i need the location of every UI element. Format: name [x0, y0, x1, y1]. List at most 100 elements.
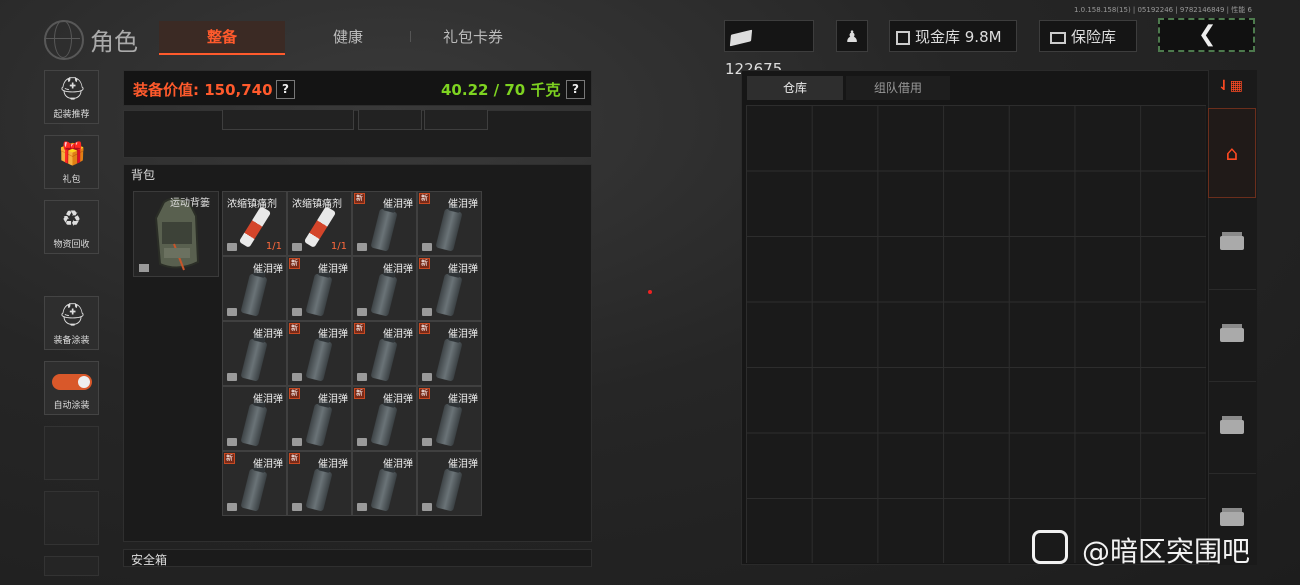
sidebar-equipment-skin[interactable]: ⛑ 装备涂装 [44, 296, 99, 350]
box-icon [422, 243, 432, 251]
crate-icon [1220, 232, 1244, 250]
item-name: 催泪弹 [383, 264, 413, 275]
backpack-item[interactable]: 催泪弹 新 [287, 451, 352, 516]
tear-gas-icon [240, 338, 268, 382]
safe-vault-button[interactable]: 保险库 [1039, 20, 1137, 52]
box-icon [292, 243, 302, 251]
tieba-logo-icon [1032, 530, 1068, 564]
cash-display[interactable]: 122675 [724, 20, 814, 78]
item-name: 催泪弹 [448, 264, 478, 275]
equipment-slot[interactable] [222, 110, 354, 130]
new-badge: 新 [354, 193, 365, 204]
agent-button[interactable]: ♟ [836, 20, 868, 52]
item-name: 催泪弹 [448, 394, 478, 405]
new-badge: 新 [419, 258, 430, 269]
backpack-item[interactable]: 催泪弹 [352, 451, 417, 516]
item-name: 催泪弹 [253, 459, 283, 470]
item-name: 催泪弹 [318, 459, 348, 470]
watermark-text: @暗区突围吧 [1082, 535, 1251, 568]
value-help-button[interactable]: ? [276, 80, 295, 99]
cursor-dot [648, 290, 652, 294]
backpack-item[interactable]: 催泪弹 新 [287, 321, 352, 386]
backpack-item[interactable]: 催泪弹 新 [352, 321, 417, 386]
backpack-item[interactable]: 催泪弹 [222, 256, 287, 321]
vault-label: 现金库 9.8M [915, 28, 1002, 46]
tab-warehouse[interactable]: 仓库 [747, 76, 843, 100]
tear-gas-icon [305, 468, 333, 512]
box-icon [227, 503, 237, 511]
backpack-item[interactable]: 催泪弹 [222, 386, 287, 451]
tear-gas-icon [305, 273, 333, 317]
backpack-item[interactable]: 浓缩镇痛剂 1/1 [287, 191, 352, 256]
sidebar-label: 装备涂装 [53, 336, 90, 346]
item-name: 催泪弹 [253, 329, 283, 340]
item-name: 浓缩镇痛剂 [292, 199, 342, 210]
box-icon [227, 308, 237, 316]
warehouse-home-tab[interactable]: ⌂ [1208, 108, 1256, 198]
box-icon [357, 308, 367, 316]
item-name: 催泪弹 [448, 199, 478, 210]
tab-team-borrow[interactable]: 组队借用 [846, 76, 950, 100]
item-name: 催泪弹 [318, 329, 348, 340]
equipment-value: 装备价值: 150,740 [133, 81, 273, 99]
backpack-item[interactable]: 催泪弹 新 [287, 386, 352, 451]
warehouse-storage-tab[interactable] [1208, 200, 1256, 290]
box-icon [292, 308, 302, 316]
crate-icon [1220, 508, 1244, 526]
tab-health[interactable]: 健康 [300, 21, 396, 53]
tear-gas-icon [305, 403, 333, 447]
helmet-icon: ⛑ [58, 77, 87, 102]
backpack-item[interactable]: 催泪弹 [222, 321, 287, 386]
tear-gas-icon [240, 273, 268, 317]
new-badge: 新 [289, 258, 300, 269]
back-button[interactable]: ❮ [1158, 18, 1255, 52]
sidebar-empty-slot [44, 556, 99, 576]
sort-icon[interactable]: ⇃▦ [1218, 78, 1243, 94]
auto-skin-toggle[interactable] [51, 374, 92, 390]
tear-gas-icon [370, 468, 398, 512]
equipment-slot[interactable] [358, 110, 422, 130]
backpack-item[interactable]: 催泪弹 新 [417, 191, 482, 256]
sidebar-gift[interactable]: 🎁 礼包 [44, 135, 99, 189]
weight-help-button[interactable]: ? [566, 80, 585, 99]
backpack-item[interactable]: 催泪弹 新 [222, 451, 287, 516]
sidebar-auto-skin[interactable]: 自动涂装 [44, 361, 99, 415]
backpack-item[interactable]: 催泪弹 新 [417, 256, 482, 321]
cash-vault-button[interactable]: 现金库 9.8M [889, 20, 1017, 52]
backpack-item[interactable]: 催泪弹 新 [352, 191, 417, 256]
box-icon [292, 503, 302, 511]
tear-gas-icon [305, 338, 333, 382]
backpack-item[interactable]: 催泪弹 新 [417, 386, 482, 451]
item-name: 催泪弹 [383, 459, 413, 470]
new-badge: 新 [419, 388, 430, 399]
box-icon [357, 438, 367, 446]
new-badge: 新 [289, 388, 300, 399]
tab-preparation[interactable]: 整备 [159, 21, 285, 55]
back-arrow-icon: ❮ [1198, 22, 1217, 47]
backpack-item[interactable]: 催泪弹 [352, 256, 417, 321]
backpack-item[interactable]: 催泪弹 [417, 451, 482, 516]
sidebar-empty-slot [44, 491, 99, 545]
globe-icon [44, 20, 84, 60]
box-icon [357, 373, 367, 381]
warehouse-storage-tab[interactable] [1208, 384, 1256, 474]
equipment-slot[interactable] [424, 110, 488, 130]
warehouse-storage-tab[interactable] [1208, 292, 1256, 382]
sidebar-empty-slot [44, 426, 99, 480]
new-badge: 新 [354, 388, 365, 399]
new-badge: 新 [289, 453, 300, 464]
sidebar-loadout-recommend[interactable]: ⛑ 起装推荐 [44, 70, 99, 124]
item-name: 催泪弹 [253, 394, 283, 405]
warehouse-grid[interactable] [746, 105, 1206, 563]
backpack-item[interactable]: 催泪弹 新 [417, 321, 482, 386]
backpack-item[interactable]: 催泪弹 新 [352, 386, 417, 451]
new-badge: 新 [419, 193, 430, 204]
box-icon [139, 264, 149, 272]
sidebar-recycle[interactable]: ♻ 物资回收 [44, 200, 99, 254]
backpack-item[interactable]: 浓缩镇痛剂 1/1 [222, 191, 287, 256]
new-badge: 新 [354, 323, 365, 334]
tear-gas-icon [435, 273, 463, 317]
item-count: 1/1 [330, 241, 347, 252]
tab-gift-cards[interactable]: 礼包卡券 [425, 21, 521, 53]
backpack-item[interactable]: 催泪弹 新 [287, 256, 352, 321]
